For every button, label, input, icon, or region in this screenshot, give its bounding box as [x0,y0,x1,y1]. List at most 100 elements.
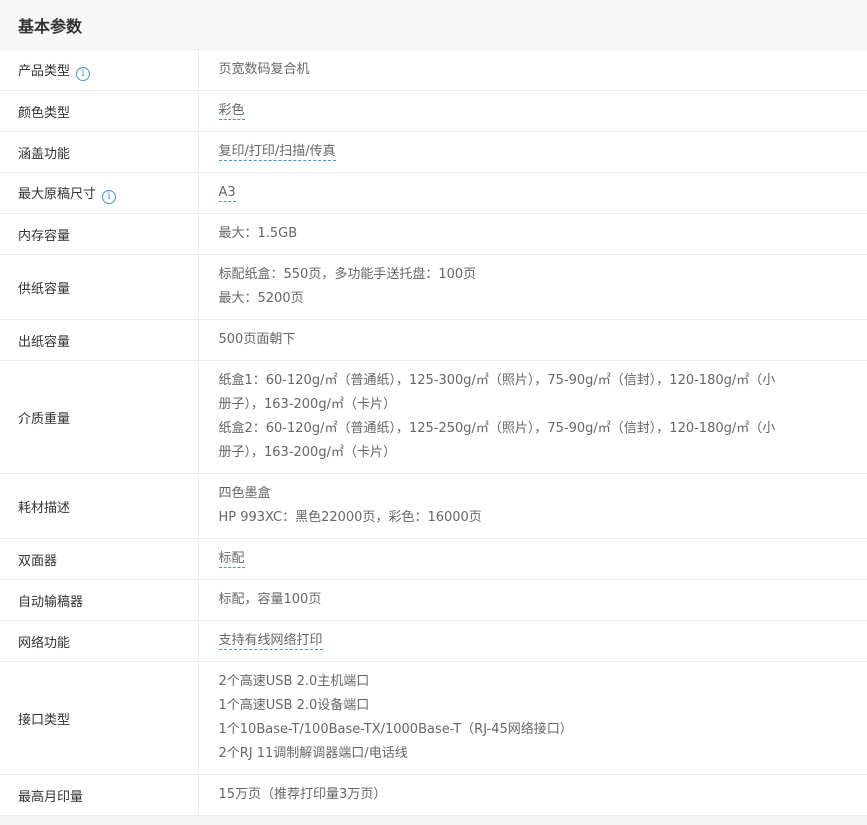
spec-value-cell: 500页面朝下 [198,319,867,361]
spec-value-line: 标配 [218,547,850,571]
spec-value-line: 纸盒1：60-120g/㎡（普通纸），125-300g/㎡（照片），75-90g… [219,369,850,393]
spec-label-cell: 出纸容量 [0,319,199,361]
spec-label-cell: 最高月印量 [0,774,199,816]
info-icon[interactable]: i [76,66,91,81]
spec-value-line: A3 [218,181,850,205]
section-title: 基本参数 [18,16,83,36]
spec-value-line: 复印/打印/扫描/传真 [218,140,850,164]
spec-value-cell: 标配 [198,538,867,580]
spec-row: 涵盖功能 复印/打印/扫描/传真 [0,131,867,173]
spec-value-line: 纸盒2：60-120g/㎡（普通纸），125-250g/㎡（照片），75-90g… [219,417,850,441]
spec-row: 出纸容量 500页面朝下 [0,319,867,361]
spec-label-cell: 内存容量 [0,213,199,255]
spec-value-line: 最大：1.5GB [219,222,850,246]
spec-value-cell: 彩色 [198,90,867,132]
spec-value: HP 993XC：黑色22000页，彩色：16000页 [218,510,482,525]
spec-value-cell: 15万页（推荐打印量3万页） [198,774,867,816]
spec-value-line: 标配纸盒：550页，多功能手送托盘：100页 [219,263,850,287]
spec-label: 耗材描述 [18,500,71,516]
spec-label: 最高月印量 [18,789,84,805]
spec-value-line: 支持有线网络打印 [218,629,850,653]
spec-panel: 基本参数 产品类型 i 页宽数码复合机 颜色类型 彩色 涵盖功能 复印/打印/扫描/传真 最大… [0,0,867,816]
spec-value-line: 15万页（推荐打印量3万页） [219,783,850,807]
spec-row: 介质重量 纸盒1：60-120g/㎡（普通纸），125-300g/㎡（照片），75… [0,360,867,474]
spec-row: 最大原稿尺寸 i A3 [0,172,867,214]
spec-row: 内存容量 最大：1.5GB [0,213,867,255]
spec-label-cell: 涵盖功能 [0,131,199,173]
section-header: 基本参数 [0,0,867,50]
spec-label: 出纸容量 [18,334,71,350]
spec-label-cell: 双面器 [0,538,199,580]
spec-label: 颜色类型 [18,105,71,121]
spec-value: 2个RJ 11调制解调器端口/电话线 [218,746,408,761]
spec-value: 1个10Base-T/100Base-TX/1000Base-T（RJ-45网络… [218,722,573,737]
spec-value-cell: 四色墨盒 HP 993XC：黑色22000页，彩色：16000页 [198,473,867,539]
spec-label-cell: 网络功能 [0,620,199,662]
spec-label-cell: 最大原稿尺寸 i [0,172,199,214]
spec-value-link[interactable]: 复印/打印/扫描/传真 [218,144,336,161]
spec-label-cell: 介质重量 [0,360,199,474]
spec-value-line: 彩色 [218,99,850,123]
spec-row: 接口类型 2个高速USB 2.0主机端口 1个高速USB 2.0设备端口 1个10Ba… [0,661,867,775]
spec-value: 标配纸盒：550页，多功能手送托盘：100页 [218,267,477,282]
spec-value-cell: 复印/打印/扫描/传真 [198,131,867,173]
spec-value-cell: 纸盒1：60-120g/㎡（普通纸），125-300g/㎡（照片），75-90g… [198,360,867,474]
spec-value-cell: 最大：1.5GB [198,213,867,255]
spec-row: 耗材描述 四色墨盒 HP 993XC：黑色22000页，彩色：16000页 [0,473,867,539]
spec-value-line: 册子），163-200g/㎡（卡片） [219,393,850,417]
spec-value: 册子），163-200g/㎡（卡片） [218,445,396,460]
spec-value-line: 四色墨盒 [219,482,850,506]
spec-table: 产品类型 i 页宽数码复合机颜色类型 彩色涵盖功能 复印/打印/扫描/传真最大原稿尺寸 i… [0,50,867,816]
spec-label: 最大原稿尺寸 [18,186,97,202]
spec-value-line: 2个RJ 11调制解调器端口/电话线 [219,742,850,766]
spec-value: 页宽数码复合机 [218,62,310,77]
spec-value-link[interactable]: 彩色 [218,103,245,120]
spec-value-line: 最大：5200页 [219,287,850,311]
spec-value-line: 1个10Base-T/100Base-TX/1000Base-T（RJ-45网络… [219,718,850,742]
spec-value-line: 500页面朝下 [219,328,850,352]
spec-value-link[interactable]: A3 [218,185,236,202]
spec-label: 供纸容量 [18,281,71,297]
spec-value: 最大：1.5GB [218,226,298,241]
spec-value-line: 2个高速USB 2.0主机端口 [219,670,850,694]
spec-value: 1个高速USB 2.0设备端口 [218,698,370,713]
spec-value-line: 页宽数码复合机 [219,58,850,82]
spec-row: 最高月印量 15万页（推荐打印量3万页） [0,774,867,816]
spec-value: 册子），163-200g/㎡（卡片） [218,397,396,412]
spec-value: 15万页（推荐打印量3万页） [218,787,387,802]
spec-label: 自动输稿器 [18,594,84,610]
spec-value-cell: A3 [198,172,867,214]
spec-value-line: 册子），163-200g/㎡（卡片） [219,441,850,465]
info-icon[interactable]: i [102,189,117,204]
spec-label-cell: 自动输稿器 [0,579,199,621]
spec-label: 涵盖功能 [18,146,71,162]
spec-label-cell: 供纸容量 [0,254,199,320]
spec-value-line: 1个高速USB 2.0设备端口 [219,694,850,718]
spec-row: 自动输稿器 标配，容量100页 [0,579,867,621]
spec-value: 标配，容量100页 [218,592,322,607]
spec-label: 介质重量 [18,411,71,427]
spec-label: 接口类型 [18,712,71,728]
spec-label-cell: 颜色类型 [0,90,199,132]
spec-row: 颜色类型 彩色 [0,90,867,132]
spec-label-cell: 耗材描述 [0,473,199,539]
spec-value-line: HP 993XC：黑色22000页，彩色：16000页 [219,506,850,530]
spec-row: 网络功能 支持有线网络打印 [0,620,867,662]
spec-value-link[interactable]: 支持有线网络打印 [218,633,323,650]
spec-value: 四色墨盒 [218,486,271,501]
spec-value-link[interactable]: 标配 [218,551,245,568]
spec-label: 产品类型 [18,63,71,79]
spec-value-cell: 支持有线网络打印 [198,620,867,662]
spec-value: 纸盒1：60-120g/㎡（普通纸），125-300g/㎡（照片），75-90g… [218,373,776,388]
spec-label: 内存容量 [18,228,71,244]
spec-value: 纸盒2：60-120g/㎡（普通纸），125-250g/㎡（照片），75-90g… [218,421,776,436]
spec-label-cell: 接口类型 [0,661,199,775]
spec-value-cell: 标配纸盒：550页，多功能手送托盘：100页最大：5200页 [198,254,867,320]
spec-row: 供纸容量 标配纸盒：550页，多功能手送托盘：100页最大：5200页 [0,254,867,320]
spec-row: 产品类型 i 页宽数码复合机 [0,50,867,91]
spec-value: 2个高速USB 2.0主机端口 [218,674,370,689]
spec-label-cell: 产品类型 i [0,50,199,91]
spec-value-cell: 2个高速USB 2.0主机端口 1个高速USB 2.0设备端口 1个10Base-T… [198,661,867,775]
spec-value-cell: 标配，容量100页 [198,579,867,621]
spec-value-line: 标配，容量100页 [219,588,850,612]
